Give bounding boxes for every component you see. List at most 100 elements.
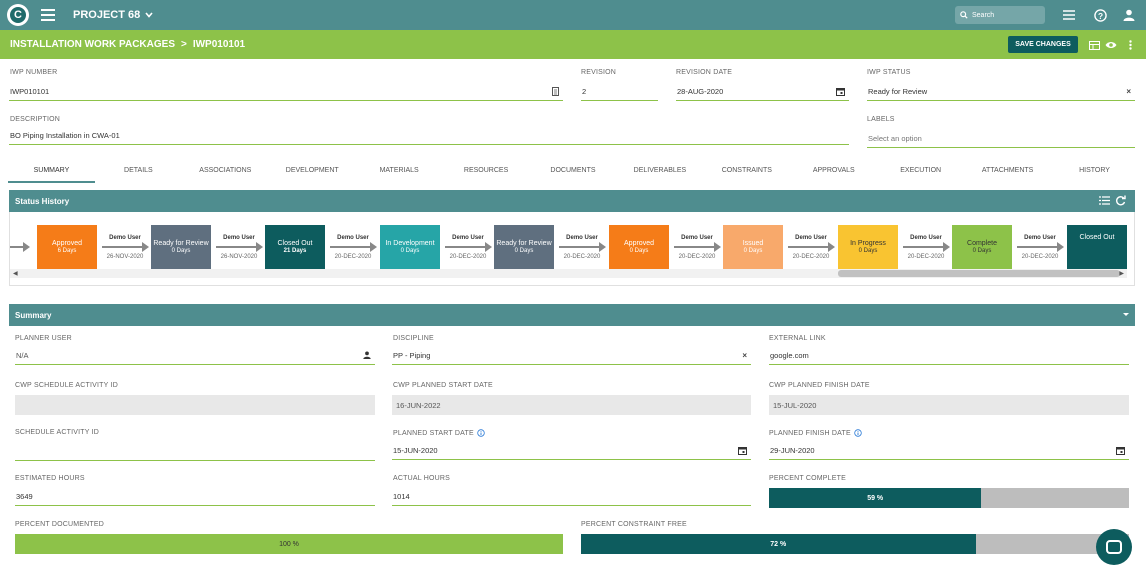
scroll-left-icon[interactable]: ◀ xyxy=(13,270,18,277)
breadcrumb-current: IWP010101 xyxy=(192,39,246,50)
revision-date-field[interactable]: 28-AUG-2020 xyxy=(676,83,849,101)
status-transition-date: 20-DEC-2020 xyxy=(678,254,716,260)
percent-documented-label: PERCENT DOCUMENTED xyxy=(15,521,105,528)
status-transition-arrow: Demo User 26-NOV-2020 xyxy=(212,225,266,269)
app-logo[interactable]: C xyxy=(7,4,29,26)
info-icon[interactable] xyxy=(477,429,485,437)
status-box-closed-out[interactable]: Closed Out xyxy=(1067,225,1127,269)
iwp-number-field[interactable]: IWP010101 xyxy=(9,83,563,101)
save-changes-button[interactable]: SAVE CHANGES xyxy=(1008,36,1078,53)
table-view-icon[interactable] xyxy=(1088,39,1100,51)
clear-icon[interactable]: × xyxy=(742,351,747,360)
status-box-ready-for-review[interactable]: Ready for Review 0 Days xyxy=(494,225,554,269)
external-link-field[interactable]: google.com xyxy=(769,347,1129,365)
tab-attachments[interactable]: ATTACHMENTS xyxy=(964,161,1051,183)
percent-complete-label: PERCENT COMPLETE xyxy=(769,475,846,482)
scroll-right-icon[interactable]: ▶ xyxy=(1119,270,1124,277)
tab-execution[interactable]: EXECUTION xyxy=(877,161,964,183)
tab-summary[interactable]: SUMMARY xyxy=(8,161,95,183)
percent-complete-bar: 59 % xyxy=(769,488,1129,508)
status-box-ready-for-review[interactable]: Ready for Review 0 Days xyxy=(151,225,211,269)
tab-history[interactable]: HISTORY xyxy=(1051,161,1138,183)
scrollbar-thumb[interactable] xyxy=(838,270,1120,277)
list-icon[interactable] xyxy=(1099,196,1110,207)
status-name: In Progress xyxy=(850,239,886,247)
document-icon[interactable] xyxy=(552,87,559,98)
chat-button[interactable] xyxy=(1096,529,1132,565)
tab-constraints[interactable]: CONSTRAINTS xyxy=(703,161,790,183)
summary-header[interactable]: Summary xyxy=(9,304,1135,326)
status-transition-arrow: Demo User 20-DEC-2020 xyxy=(899,225,953,269)
status-duration: 0 Days xyxy=(400,247,420,254)
status-box-complete[interactable]: Complete 0 Days xyxy=(952,225,1012,269)
planner-user-field[interactable]: N/A xyxy=(15,347,375,365)
iwp-number-value: IWP010101 xyxy=(10,87,50,96)
status-duration: 0 Days xyxy=(171,247,191,254)
search-icon xyxy=(960,11,968,19)
calendar-icon[interactable] xyxy=(836,87,845,98)
status-box-approved[interactable]: Approved 6 Days xyxy=(37,225,97,269)
status-duration: 21 Days xyxy=(283,247,307,254)
project-selector[interactable]: PROJECT 68 xyxy=(73,9,153,21)
status-duration: 0 Days xyxy=(514,247,534,254)
project-title: PROJECT 68 xyxy=(73,9,141,21)
breadcrumb-parent[interactable]: INSTALLATION WORK PACKAGES xyxy=(10,39,175,50)
tab-resources[interactable]: RESOURCES xyxy=(443,161,530,183)
user-account-icon[interactable] xyxy=(1122,8,1136,22)
clear-icon[interactable]: × xyxy=(1126,87,1131,96)
tab-details[interactable]: DETAILS xyxy=(95,161,182,183)
status-history-scrollbar[interactable]: ◀ ▶ xyxy=(10,269,1127,278)
planned-start-label-wrap: PLANNED START DATE xyxy=(393,429,485,437)
tab-development[interactable]: DEVELOPMENT xyxy=(269,161,356,183)
tab-deliverables[interactable]: DELIVERABLES xyxy=(616,161,703,183)
list-view-icon[interactable] xyxy=(1062,8,1076,22)
collapse-icon[interactable] xyxy=(1122,310,1130,320)
schedule-activity-field[interactable] xyxy=(15,443,375,461)
status-box-approved[interactable]: Approved 0 Days xyxy=(609,225,669,269)
search-input[interactable]: Search xyxy=(955,6,1045,24)
tab-bar: SUMMARY DETAILS ASSOCIATIONS DEVELOPMENT… xyxy=(8,161,1138,183)
status-box-closed-out[interactable]: Closed Out 21 Days xyxy=(265,225,325,269)
actual-hours-field[interactable]: 1014 xyxy=(392,488,751,506)
calendar-icon[interactable] xyxy=(738,446,747,457)
planned-start-label: PLANNED START DATE xyxy=(393,429,474,437)
revision-date-value: 28-AUG-2020 xyxy=(677,87,724,96)
status-name: Approved xyxy=(624,239,654,247)
tab-associations[interactable]: ASSOCIATIONS xyxy=(182,161,269,183)
menu-icon[interactable] xyxy=(41,9,55,21)
status-transition-user: Demo User xyxy=(681,235,713,241)
status-transition-user: Demo User xyxy=(910,235,942,241)
more-options-icon[interactable] xyxy=(1124,39,1136,51)
percent-constraint-free-label: PERCENT CONSTRAINT FREE xyxy=(581,521,687,528)
description-field[interactable]: BO Piping Installation in CWA-01 xyxy=(9,127,849,145)
info-icon[interactable] xyxy=(854,429,862,437)
person-icon[interactable] xyxy=(363,351,371,361)
tab-approvals[interactable]: APPROVALS xyxy=(790,161,877,183)
chevron-down-icon xyxy=(145,12,153,18)
status-transition-date: 20-DEC-2020 xyxy=(334,254,372,260)
iwp-status-select[interactable]: Ready for Review × xyxy=(867,83,1135,101)
revision-field[interactable]: 2 xyxy=(581,83,658,101)
tab-documents[interactable]: DOCUMENTS xyxy=(530,161,617,183)
tab-materials[interactable]: MATERIALS xyxy=(356,161,443,183)
status-transition-arrow: Demo User 20-DEC-2020 xyxy=(670,225,724,269)
status-box-issued[interactable]: Issued 0 Days xyxy=(723,225,783,269)
page-header: INSTALLATION WORK PACKAGES > IWP010101 S… xyxy=(0,30,1146,59)
planned-finish-field[interactable]: 29-JUN-2020 xyxy=(769,442,1129,460)
percent-constraint-free-fill: 72 % xyxy=(581,534,976,554)
discipline-select[interactable]: PP - Piping × xyxy=(392,347,751,365)
iwp-number-label: IWP NUMBER xyxy=(10,69,58,76)
eye-icon[interactable] xyxy=(1105,39,1117,51)
chat-icon xyxy=(1106,540,1122,554)
refresh-icon[interactable] xyxy=(1115,195,1126,208)
labels-select[interactable]: Select an option xyxy=(867,130,1135,148)
estimated-hours-field[interactable]: 3649 xyxy=(15,488,375,506)
breadcrumb: INSTALLATION WORK PACKAGES > IWP010101 xyxy=(10,39,245,50)
description-label: DESCRIPTION xyxy=(10,116,61,123)
cwp-planned-start-label: CWP PLANNED START DATE xyxy=(393,382,493,389)
calendar-icon[interactable] xyxy=(1116,446,1125,457)
status-box-in-development[interactable]: In Development 0 Days xyxy=(380,225,440,269)
help-icon[interactable]: ? xyxy=(1093,8,1107,22)
status-box-in-progress[interactable]: In Progress 0 Days xyxy=(838,225,898,269)
planned-start-field[interactable]: 15-JUN-2020 xyxy=(392,442,751,460)
